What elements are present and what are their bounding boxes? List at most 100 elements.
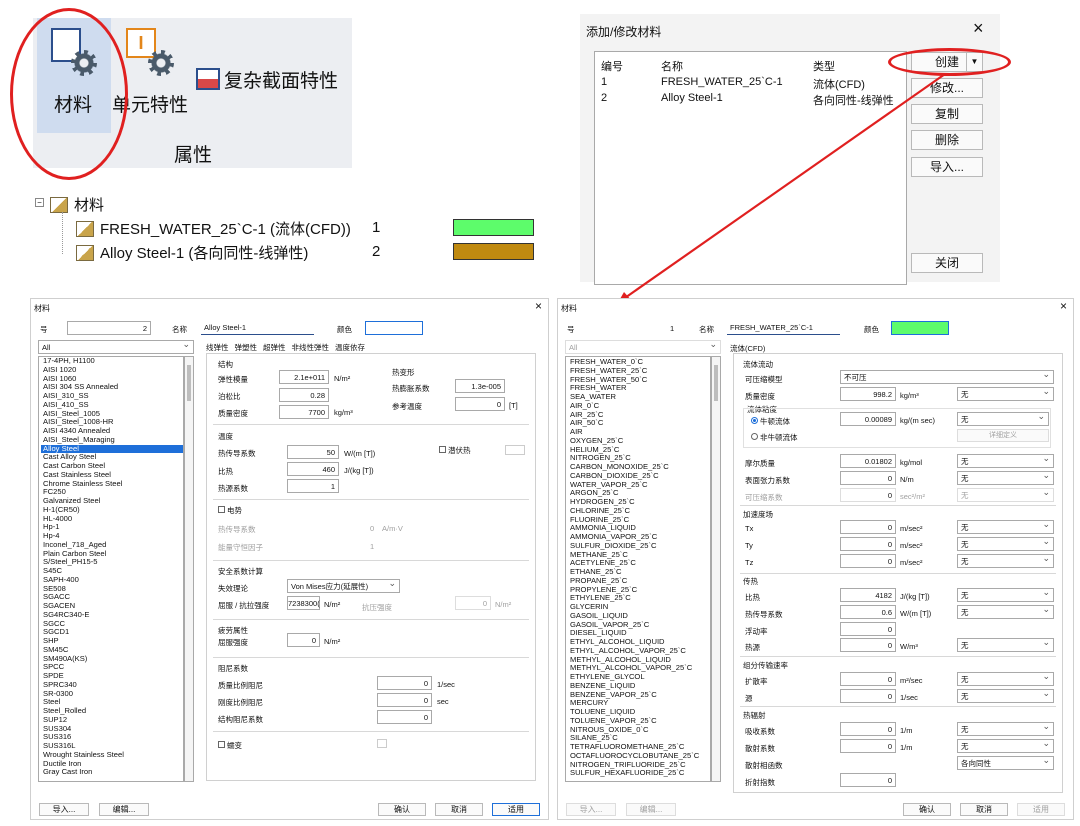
creep-detail-button[interactable] [377,739,387,748]
category-filter[interactable]: All [38,338,194,354]
specific-heat-field[interactable]: 4182 [840,588,896,602]
compressive-strength-field[interactable]: 0 [455,596,491,610]
close-icon[interactable]: × [973,18,984,39]
name-field[interactable]: Alloy Steel-1 [201,321,314,335]
color-picker[interactable] [365,321,423,335]
mass-damping-field[interactable]: 0 [377,676,432,690]
specific-heat-function-select[interactable]: 无 [957,586,1054,602]
compressibility-coef-function-select[interactable]: 无 [957,486,1054,502]
source-field[interactable]: 0 [840,689,896,703]
tree-item-color-swatch[interactable] [453,243,534,260]
color-picker[interactable] [891,321,949,335]
list-item[interactable]: SGCD1 [41,627,183,637]
compressibility-select[interactable]: 不可压 [840,368,1054,384]
compressibility-coef-field[interactable]: 0 [840,488,896,502]
stiffness-damping-field[interactable]: 0 [377,693,432,707]
apply-button[interactable]: 适用 [1017,803,1065,816]
diffusivity-field[interactable]: 0 [840,672,896,686]
poisson-field[interactable]: 0.28 [279,388,329,402]
yield-strength-field[interactable]: 7238300( [287,596,320,610]
cancel-button[interactable]: 取消 [435,803,483,816]
conductivity-function-select[interactable]: 无 [957,603,1054,619]
ty-field[interactable]: 0 [840,537,896,551]
electric-checkbox[interactable] [218,506,225,513]
thermal-expansion-field[interactable]: 1.3e-005 [455,379,505,393]
surface-tension-function-select[interactable]: 无 [957,469,1054,485]
list-item[interactable]: HL-4000 [41,514,183,524]
scattering-field[interactable]: 0 [840,739,896,753]
viscosity-field[interactable]: 0.00089 [840,412,896,426]
close-icon[interactable]: × [535,299,542,313]
list-item[interactable]: Gray Cast Iron [41,767,183,777]
list-item[interactable]: S/Steel_PH15-5 [41,557,183,567]
complex-section-button[interactable]: 复杂截面特性 [196,64,338,94]
apply-button[interactable]: 适用 [492,803,540,816]
ty-function-select[interactable]: 无 [957,535,1054,551]
absorption-function-select[interactable]: 无 [957,720,1054,736]
detail-definition-button[interactable]: 详细定义 [957,429,1049,442]
close-icon[interactable]: × [1060,299,1067,313]
phase-function-select[interactable]: 各向同性 [957,754,1054,770]
list-item[interactable]: SULFUR_HEXAFLUORIDE_25`C [568,768,710,778]
molar-mass-field[interactable]: 0.01802 [840,454,896,468]
conductivity-field[interactable]: 0.6 [840,605,896,619]
edit-button[interactable]: 编辑... [626,803,676,816]
conductivity-field[interactable]: 50 [287,445,339,459]
fatigue-strength-field[interactable]: 0 [287,633,320,647]
tree-collapse-toggle[interactable]: − [35,198,44,207]
list-item[interactable]: AIR_50`C [568,418,710,428]
tx-field[interactable]: 0 [840,520,896,534]
viscosity-function-select[interactable]: 无 [957,410,1049,426]
ok-button[interactable]: 确认 [378,803,426,816]
scrollbar[interactable] [711,356,721,782]
tree-root[interactable]: 材料 [50,194,104,215]
non-newtonian-radio[interactable] [751,433,758,440]
heat-source-field[interactable]: 0 [840,638,896,652]
tx-function-select[interactable]: 无 [957,518,1054,534]
density-field[interactable]: 7700 [279,405,329,419]
structural-damping-field[interactable]: 0 [377,710,432,724]
newtonian-radio[interactable] [751,417,758,424]
ok-button[interactable]: 确认 [903,803,951,816]
latent-heat-checkbox[interactable] [439,446,446,453]
absorption-field[interactable]: 0 [840,722,896,736]
fluid-library-list[interactable]: FRESH_WATER_0`C FRESH_WATER_25`C FRESH_WAT… [565,356,711,782]
tree-item[interactable]: FRESH_WATER_25`C-1 (流体(CFD)) [76,218,351,239]
category-filter[interactable]: All [565,338,721,354]
latent-heat-detail-button[interactable] [505,445,525,455]
source-function-select[interactable]: 无 [957,687,1054,703]
density-function-select[interactable]: 无 [957,385,1054,401]
reference-temperature-field[interactable]: 0 [455,397,505,411]
heat-source-field[interactable]: 1 [287,479,339,493]
number-field[interactable]: 2 [67,321,151,335]
tz-field[interactable]: 0 [840,554,896,568]
surface-tension-field[interactable]: 0 [840,471,896,485]
poisson-label: 泊松比 [218,392,241,401]
list-item[interactable]: SR-0300 [41,689,183,699]
creep-checkbox[interactable] [218,741,225,748]
density-field[interactable]: 998.2 [840,387,896,401]
import-button[interactable]: 导入... [39,803,89,816]
elastic-modulus-field[interactable]: 2.1e+011 [279,370,329,384]
list-item[interactable]: Hp-1 [41,522,183,532]
diffusivity-function-select[interactable]: 无 [957,670,1054,686]
scrollbar[interactable] [184,356,194,782]
section-safety-factor: 安全系数计算 [218,567,263,576]
heat-source-function-select[interactable]: 无 [957,636,1054,652]
molar-mass-function-select[interactable]: 无 [957,452,1054,468]
material-library-list[interactable]: 17-4PH, H1100 AISI 1020 AISI 1060 AISI 304 … [38,356,184,782]
tree-item[interactable]: Alloy Steel-1 (各向同性-线弹性) [76,242,308,263]
molar-mass-unit: kg/mol [900,458,923,467]
edit-button[interactable]: 编辑... [99,803,149,816]
specific-heat-unit: J/(kg [T]) [900,592,930,601]
tree-item-color-swatch[interactable] [453,219,534,236]
tz-function-select[interactable]: 无 [957,552,1054,568]
refractive-index-field[interactable]: 0 [840,773,896,787]
failure-theory-select[interactable]: Von Mises应力(延展性) [287,577,400,593]
name-field[interactable]: FRESH_WATER_25`C-1 [727,321,840,335]
cancel-button[interactable]: 取消 [960,803,1008,816]
specific-heat-field[interactable]: 460 [287,462,339,476]
scattering-function-select[interactable]: 无 [957,737,1054,753]
buoyancy-field[interactable]: 0 [840,622,896,636]
import-button[interactable]: 导入... [566,803,616,816]
